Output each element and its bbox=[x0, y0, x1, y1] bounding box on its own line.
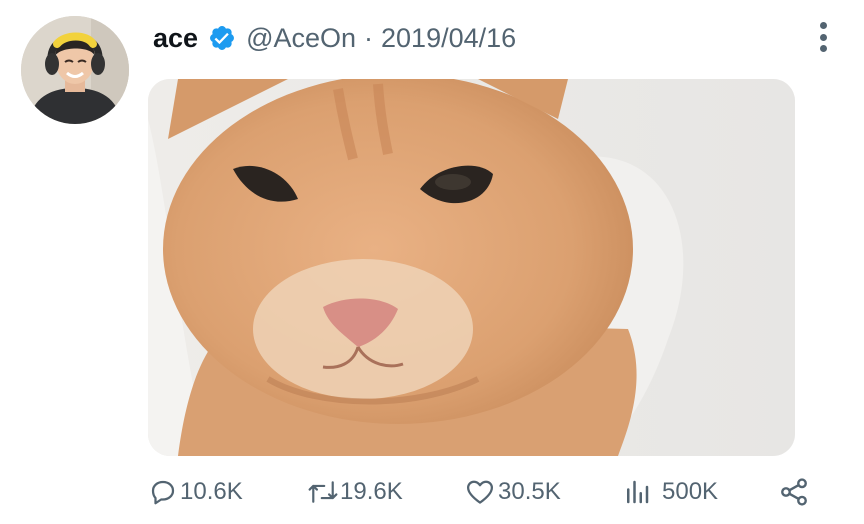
author-handle[interactable]: @AceOn bbox=[246, 23, 356, 54]
share-icon bbox=[781, 478, 807, 506]
like-button[interactable]: 30.5K bbox=[464, 472, 561, 512]
cat-photo-icon bbox=[148, 79, 795, 456]
reply-count: 10.6K bbox=[180, 478, 243, 505]
tweet-media[interactable] bbox=[148, 79, 795, 456]
retweet-button[interactable]: 19.6K bbox=[306, 472, 403, 512]
author-name[interactable]: ace bbox=[153, 23, 198, 54]
avatar-photo-icon bbox=[21, 16, 129, 124]
tweet-actions: 10.6K 19.6K 30.5K 500K bbox=[148, 472, 818, 512]
reply-icon bbox=[151, 480, 175, 505]
views-button[interactable]: 500K bbox=[622, 472, 718, 512]
tweet-date[interactable]: 2019/04/16 bbox=[381, 23, 516, 54]
author-avatar[interactable] bbox=[21, 16, 129, 124]
share-button[interactable] bbox=[778, 472, 810, 512]
date-separator: · bbox=[364, 22, 374, 53]
more-options-icon[interactable] bbox=[818, 22, 828, 52]
tweet-header: ace @AceOn · 2019/04/16 bbox=[153, 20, 516, 56]
views-count: 500K bbox=[662, 478, 719, 505]
retweet-icon bbox=[308, 481, 338, 503]
reply-button[interactable]: 10.6K bbox=[148, 472, 243, 512]
retweet-count: 19.6K bbox=[340, 478, 403, 505]
heart-icon bbox=[467, 480, 493, 504]
verified-badge-icon bbox=[208, 24, 236, 52]
views-chart-icon bbox=[627, 480, 649, 504]
like-count: 30.5K bbox=[498, 478, 561, 505]
